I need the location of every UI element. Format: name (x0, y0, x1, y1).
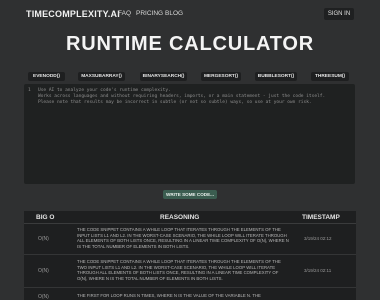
example-evenodd-button[interactable]: EVENODD() (28, 72, 65, 81)
results-table: BIG O REASONING TIMESTAMP O(N) THE CODE … (24, 211, 356, 300)
big-o-cell: O(N) (38, 294, 49, 300)
timestamp-cell: 3/19/24 02:12 (304, 236, 332, 241)
big-o-cell: O(N) (38, 268, 49, 274)
site-logo[interactable]: TIMECOMPLEXITY.AI (26, 9, 120, 19)
example-maxsubarray-button[interactable]: MAXSUBARRAY() (78, 72, 125, 81)
example-binarysearch-button[interactable]: BINARYSEARCH() (140, 72, 187, 81)
line-number: 1 (28, 88, 31, 93)
nav-faq-link[interactable]: FAQ (118, 10, 131, 17)
table-row[interactable]: O(N) THE CODE SNIPPET CONTAINS A WHILE L… (24, 255, 356, 288)
sign-in-button[interactable]: SIGN IN (324, 8, 354, 20)
editor-placeholder-line: Please note that results may be incorrec… (38, 100, 312, 105)
code-editor[interactable]: 1 Use AI to analyze your code's runtime … (24, 84, 355, 184)
top-navigation-bar: TIMECOMPLEXITY.AI FAQ PRICING BLOG SIGN … (0, 0, 380, 28)
big-o-cell: O(N) (38, 236, 49, 242)
editor-placeholder: Use AI to analyze your code's runtime co… (38, 88, 348, 106)
column-header-timestamp: TIMESTAMP (302, 214, 340, 221)
reasoning-cell: THE FIRST FOR LOOP RUNS N TIMES, WHERE N… (77, 293, 261, 298)
table-header: BIG O REASONING TIMESTAMP (24, 211, 356, 224)
reasoning-cell: THE CODE SNIPPET CONTAINS A WHILE LOOP T… (77, 259, 281, 281)
nav-blog-link[interactable]: BLOG (165, 10, 183, 17)
example-chips-row: EVENODD() MAXSUBARRAY() BINARYSEARCH() M… (28, 72, 358, 81)
example-mergesort-button[interactable]: MERGESORT() (201, 72, 241, 81)
write-code-button[interactable]: WRITE SOME CODE... (163, 190, 217, 199)
nav-pricing-link[interactable]: PRICING (136, 10, 163, 17)
column-header-big-o: BIG O (36, 214, 55, 221)
table-row[interactable]: O(N) THE CODE SNIPPET CONTAINS A WHILE L… (24, 224, 356, 255)
timestamp-cell: 3/19/24 02:11 (304, 268, 332, 273)
example-bubblesort-button[interactable]: BUBBLESORT() (255, 72, 297, 81)
example-threesum-button[interactable]: THREESUM() (311, 72, 349, 81)
column-header-reasoning: REASONING (160, 214, 200, 221)
page-title: RUNTIME CALCULATOR (65, 33, 315, 55)
table-row[interactable]: O(N) THE FIRST FOR LOOP RUNS N TIMES, WH… (24, 288, 356, 300)
reasoning-cell: THE CODE SNIPPET CONTAINS A WHILE LOOP T… (77, 227, 289, 249)
